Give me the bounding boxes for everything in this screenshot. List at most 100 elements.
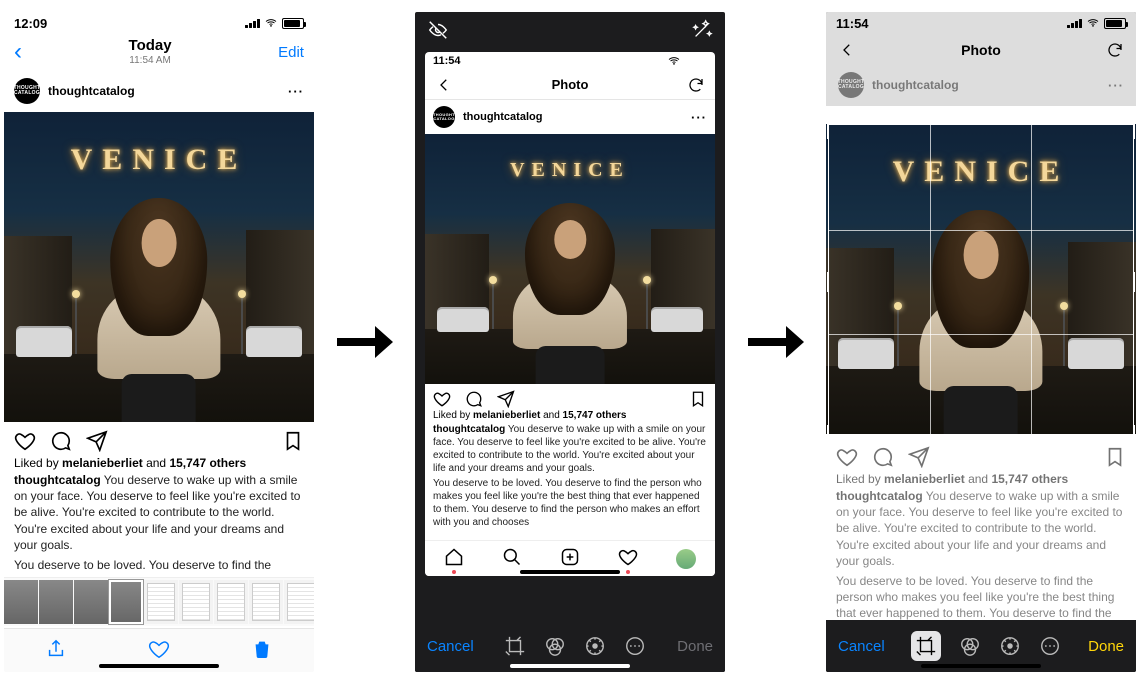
filters-tool-icon[interactable] (544, 635, 566, 657)
wifi-icon (667, 55, 681, 67)
filters-tool-icon[interactable] (959, 635, 981, 657)
more-icon: ··· (1108, 78, 1124, 93)
cancel-button[interactable]: Cancel (427, 638, 474, 655)
cancel-button[interactable]: Cancel (838, 638, 885, 655)
bookmark-icon (1104, 446, 1126, 468)
wifi-icon (264, 17, 278, 29)
home-indicator[interactable] (921, 664, 1041, 668)
post-header: THOUGHT CATALOG thoughtcatalog ··· (826, 66, 1136, 104)
inner-status-time: 11:54 (433, 55, 461, 67)
status-time: 12:09 (14, 16, 47, 31)
more-icon: ··· (691, 110, 707, 125)
crop-tool-selected[interactable] (911, 631, 941, 661)
caption-cont: You deserve to be loved. You deserve to … (826, 573, 1136, 620)
battery-icon (685, 56, 707, 67)
nav-title: Today 11:54 AM (129, 38, 172, 66)
profile-tab-icon (676, 549, 696, 569)
phone-editor-crop: 11:54 Photo THOUGHT CATALOG thoughtcatal… (826, 12, 1136, 672)
avatar: THOUGHT CATALOG (433, 106, 455, 128)
post-header: THOUGHT CATALOG thoughtcatalog ··· (425, 100, 715, 134)
bookmark-icon[interactable] (282, 430, 304, 452)
nav-subtitle: 11:54 AM (129, 55, 172, 66)
back-icon (838, 41, 856, 59)
post-actions (4, 422, 314, 456)
search-tab-icon (502, 547, 522, 570)
likes-row: Liked by melanieberliet and 15,747 other… (425, 410, 715, 423)
username[interactable]: thoughtcatalog (48, 84, 135, 98)
cell-signal-icon (648, 57, 663, 66)
share-icon[interactable] (86, 430, 108, 452)
favorite-button[interactable] (148, 638, 170, 663)
inner-nav-title: Photo (961, 42, 1001, 58)
post-image[interactable]: VENICE (4, 112, 314, 422)
more-icon[interactable]: ··· (288, 84, 304, 99)
dimmed-header: 11:54 Photo THOUGHT CATALOG thoughtcatal… (826, 12, 1136, 106)
bookmark-icon (689, 390, 707, 408)
crop-canvas[interactable]: 11:54 Photo THOUGHT CATALOG thoughtcatal… (826, 12, 1136, 620)
magic-wand-icon[interactable] (691, 19, 713, 41)
refresh-icon[interactable] (687, 76, 705, 94)
activity-tab-icon (618, 547, 638, 570)
cell-signal-icon (245, 19, 260, 28)
like-icon (433, 390, 451, 408)
share-icon (908, 446, 930, 468)
more-tool-icon[interactable] (624, 635, 646, 657)
avatar: THOUGHT CATALOG (838, 72, 864, 98)
caption: thoughtcatalog You deserve to wake up wi… (4, 472, 314, 557)
post-image: VENICE (425, 134, 715, 384)
post-actions (425, 384, 715, 410)
comment-icon (872, 446, 894, 468)
comment-icon (465, 390, 483, 408)
phone-photos-app: 12:09 ‹ Today 11:54 AM Edit THOUGHT CATA… (4, 12, 314, 672)
markup-hide-icon[interactable] (427, 19, 449, 41)
more-tool-icon[interactable] (1039, 635, 1061, 657)
username: thoughtcatalog (872, 78, 959, 92)
screenshot-preview[interactable]: 11:54 Photo THOUGHT CATALOG thoughtcatal… (425, 52, 715, 576)
back-button[interactable]: ‹ (14, 38, 22, 66)
back-icon[interactable] (435, 76, 453, 94)
username: thoughtcatalog (463, 111, 542, 123)
trash-button[interactable] (251, 638, 273, 663)
inner-status-time: 11:54 (836, 16, 869, 31)
post-actions (826, 438, 1136, 472)
editor-top-bar (415, 12, 725, 48)
like-icon[interactable] (14, 430, 36, 452)
inner-nav-title: Photo (552, 77, 589, 92)
inner-nav-bar: Photo (826, 34, 1136, 66)
share-button[interactable] (45, 638, 67, 663)
post-image: VENICE (826, 124, 1136, 434)
thumbnail-strip[interactable] (4, 577, 314, 626)
adjust-tool-icon[interactable] (584, 635, 606, 657)
done-button[interactable]: Done (677, 638, 713, 655)
inner-nav-bar: Photo (425, 70, 715, 100)
comment-icon[interactable] (50, 430, 72, 452)
arrow-icon (330, 322, 400, 362)
caption: thoughtcatalog You deserve to wake up wi… (826, 488, 1136, 573)
venice-sign: VENICE (425, 159, 715, 182)
photos-nav-bar: ‹ Today 11:54 AM Edit (4, 34, 314, 70)
likes-row[interactable]: Liked by melanieberliet and 15,747 other… (4, 456, 314, 472)
avatar[interactable]: THOUGHT CATALOG (14, 78, 40, 104)
venice-sign: VENICE (826, 155, 1136, 189)
inner-home-indicator (520, 570, 620, 574)
home-indicator[interactable] (510, 664, 630, 668)
battery-icon (1104, 18, 1126, 29)
add-tab-icon (560, 547, 580, 570)
cell-signal-icon (1067, 19, 1082, 28)
caption-cont: You deserve to be loved. You deserve to … (425, 477, 715, 531)
edit-button[interactable]: Edit (278, 44, 304, 61)
nav-title-text: Today (129, 38, 172, 55)
post-header: THOUGHT CATALOG thoughtcatalog ··· (4, 70, 314, 112)
status-icons (245, 17, 304, 29)
crop-tool-icon[interactable] (504, 635, 526, 657)
likes-row: Liked by melanieberliet and 15,747 other… (826, 472, 1136, 488)
home-indicator[interactable] (99, 664, 219, 668)
done-button[interactable]: Done (1088, 638, 1124, 655)
home-tab-icon (444, 547, 464, 570)
caption: thoughtcatalog You deserve to wake up wi… (425, 423, 715, 477)
venice-sign: VENICE (4, 143, 314, 177)
status-bar: 12:09 (4, 12, 314, 34)
adjust-tool-icon[interactable] (999, 635, 1021, 657)
inner-status-bar: 11:54 (425, 52, 715, 70)
share-icon (497, 390, 515, 408)
